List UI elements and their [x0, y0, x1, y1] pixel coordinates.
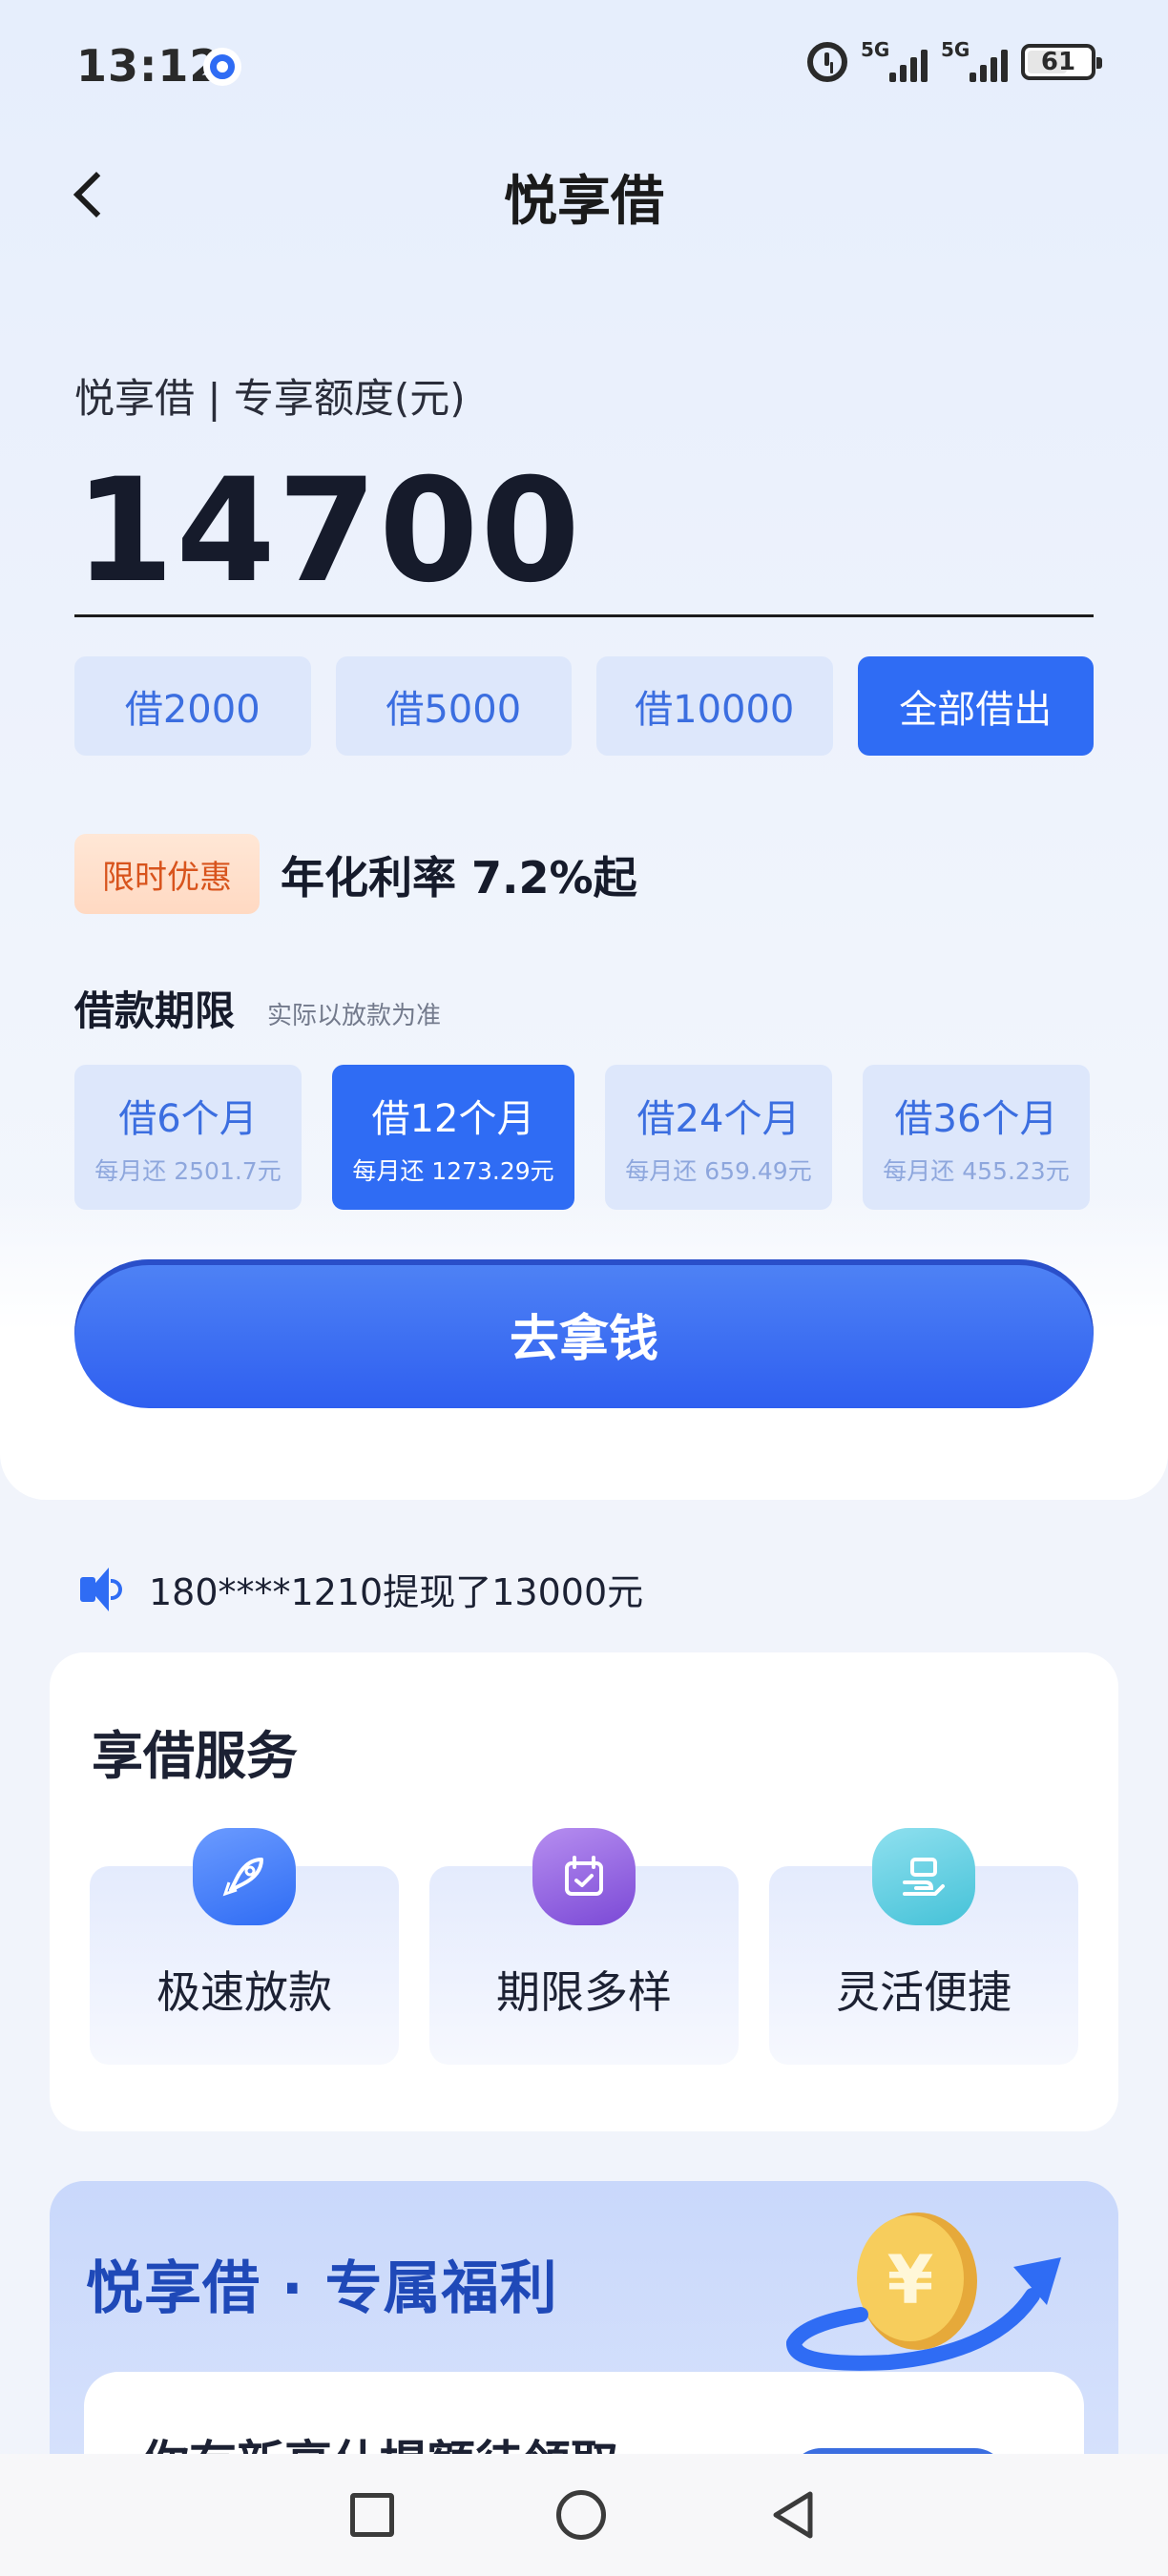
service-flexible-terms[interactable]: 期限多样: [429, 1828, 739, 2065]
services-card: 享借服务 极速放款 期限多样 灵活便捷: [50, 1652, 1118, 2131]
services-row: 极速放款 期限多样 灵活便捷: [90, 1828, 1078, 2065]
term-option-label: 借24个月: [636, 1097, 801, 1141]
quota-label: 悦享借 | 专享额度(元): [74, 375, 466, 422]
term-option-label: 借6个月: [118, 1097, 258, 1141]
amount-input[interactable]: 14700: [74, 448, 582, 614]
borrow-all-button[interactable]: 全部借出: [857, 656, 1094, 756]
benefits-title: 悦享借 · 专属福利: [86, 2255, 558, 2322]
network-type-label-2: 5G: [941, 38, 970, 61]
term-option-label: 借36个月: [894, 1097, 1058, 1141]
term-option-monthly: 每月还 1273.29元: [352, 1157, 554, 1185]
term-title: 借款期限: [74, 987, 236, 1034]
amount-underline: [74, 614, 1094, 617]
signal-icon: 5G: [861, 38, 928, 82]
service-label: 期限多样: [496, 1966, 672, 2018]
term-option-6[interactable]: 借6个月 每月还 2501.7元: [74, 1065, 302, 1210]
term-option-monthly: 每月还 455.23元: [883, 1157, 1070, 1185]
system-nav-bar: [0, 2454, 1168, 2576]
rocket-icon: [193, 1828, 296, 1925]
battery-level: 61: [1040, 48, 1076, 76]
quick-amount-10000-button[interactable]: 借10000: [596, 656, 833, 756]
term-option-label: 借12个月: [371, 1097, 535, 1141]
withdraw-notice: 180****1210提现了13000元: [80, 1563, 643, 1615]
app-notification-icon: [203, 48, 241, 86]
term-note: 实际以放款为准: [267, 1002, 442, 1030]
battery-icon: 61: [1021, 44, 1102, 80]
service-fast-payout[interactable]: 极速放款: [90, 1828, 399, 2065]
term-options: 借6个月 每月还 2501.7元 借12个月 每月还 1273.29元 借24个…: [74, 1065, 1094, 1210]
services-title: 享借服务: [92, 1726, 298, 1786]
svg-text:¥: ¥: [887, 2241, 934, 2319]
quick-amount-row: 借2000 借5000 借10000 全部借出: [74, 656, 1094, 756]
page-title: 悦享借: [504, 171, 664, 233]
get-money-button[interactable]: 去拿钱: [74, 1259, 1094, 1408]
hand-card-icon: [872, 1828, 975, 1925]
term-option-12[interactable]: 借12个月 每月还 1273.29元: [332, 1065, 574, 1210]
coin-arrow-icon: ¥: [786, 2212, 1061, 2371]
notice-text: 180****1210提现了13000元: [149, 1571, 644, 1613]
term-option-24[interactable]: 借24个月 每月还 659.49元: [605, 1065, 832, 1210]
recents-button[interactable]: [350, 2493, 394, 2537]
term-option-monthly: 每月还 659.49元: [625, 1157, 812, 1185]
network-type-label: 5G: [861, 38, 890, 61]
speaker-icon: [80, 1567, 130, 1611]
service-label: 极速放款: [156, 1966, 332, 2018]
status-time: 13:12: [76, 40, 221, 92]
signal-icon-2: 5G: [941, 38, 1008, 82]
service-convenient[interactable]: 灵活便捷: [769, 1828, 1078, 2065]
quick-amount-2000-button[interactable]: 借2000: [74, 656, 311, 756]
quick-amount-5000-button[interactable]: 借5000: [335, 656, 572, 756]
status-icons: 5G 5G 61: [807, 38, 1102, 82]
term-option-36[interactable]: 借36个月 每月还 455.23元: [863, 1065, 1090, 1210]
home-button[interactable]: [556, 2490, 606, 2540]
back-nav-button[interactable]: [768, 2488, 818, 2542]
calendar-check-icon: [532, 1828, 636, 1925]
triangle-back-icon: [773, 2491, 813, 2539]
term-option-monthly: 每月还 2501.7元: [94, 1157, 282, 1185]
alarm-icon: [807, 42, 847, 82]
service-label: 灵活便捷: [836, 1966, 1012, 2018]
promo-badge: 限时优惠: [74, 834, 260, 914]
interest-rate-text: 年化利率 7.2%起: [281, 852, 637, 904]
